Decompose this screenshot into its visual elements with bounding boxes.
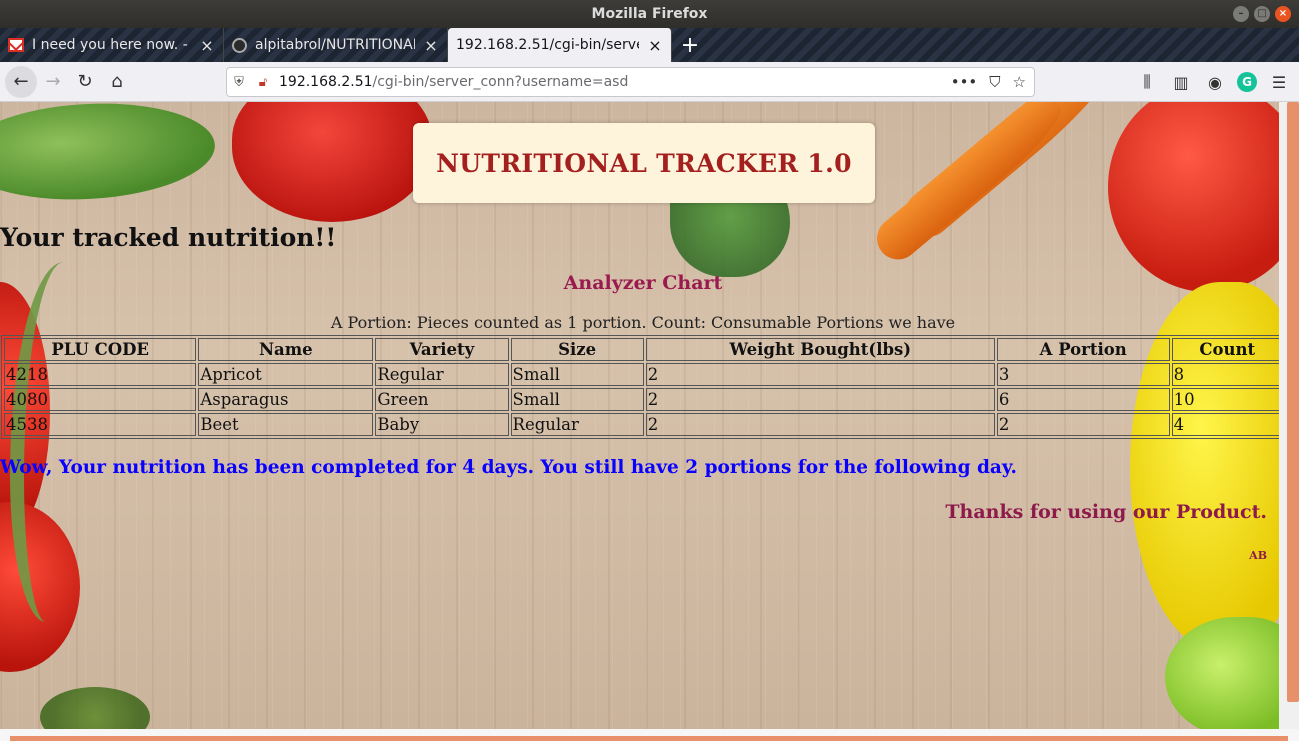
hamburger-menu-icon[interactable]: ☰: [1267, 73, 1291, 92]
reload-icon[interactable]: ↻: [69, 66, 101, 98]
table-cell: 4218: [4, 363, 197, 386]
scrollbar-thumb[interactable]: [10, 736, 1288, 741]
tab-server[interactable]: 192.168.2.51/cgi-bin/server ×: [448, 28, 672, 62]
table-caption: A Portion: Pieces counted as 1 portion. …: [330, 313, 956, 332]
shield-icon[interactable]: ⛨: [227, 75, 251, 90]
table-row: 4218 Apricot Regular Small 2 3 8: [4, 363, 1279, 386]
table-cell: Green: [375, 388, 509, 411]
close-window-icon[interactable]: ×: [1275, 6, 1291, 22]
library-icon[interactable]: ⫼: [1135, 72, 1159, 92]
window-controls: – □ ×: [1233, 6, 1291, 22]
table-header-row: PLU CODE Name Variety Size Weight Bought…: [4, 338, 1279, 361]
author-signature: AB: [1249, 549, 1267, 562]
thanks-message: Thanks for using our Product.: [945, 501, 1267, 523]
close-tab-icon[interactable]: ×: [647, 36, 663, 55]
grammarly-extension-icon[interactable]: G: [1237, 72, 1257, 92]
herb-decoration: [40, 687, 150, 729]
table-cell: 4: [1171, 413, 1279, 436]
column-header: Name: [198, 338, 374, 361]
scrollbar-thumb[interactable]: [1287, 102, 1299, 702]
url-host: 192.168.2.51: [279, 74, 373, 90]
column-header: PLU CODE: [4, 338, 197, 361]
url-path: /cgi-bin/server_conn?username=asd: [372, 74, 629, 90]
bookmark-star-icon[interactable]: ☆: [1013, 73, 1026, 91]
table-cell: 4080: [4, 388, 197, 411]
completion-message: Wow, Your nutrition has been completed f…: [0, 457, 1017, 478]
page-content: NUTRITIONAL TRACKER 1.0 Your tracked nut…: [0, 102, 1279, 729]
app-title: NUTRITIONAL TRACKER 1.0: [436, 148, 852, 178]
carrot-decoration: [868, 102, 1072, 269]
table-cell: 4538: [4, 413, 197, 436]
window-title: Mozilla Firefox: [591, 6, 708, 22]
table-cell: 8: [1171, 363, 1279, 386]
home-icon[interactable]: ⌂: [101, 66, 133, 98]
pocket-icon[interactable]: ⛉: [989, 73, 1000, 91]
table-cell: 2: [645, 388, 995, 411]
navigation-bar: ← → ↻ ⌂ ⛨ 🔓︎ 192.168.2.51 /cgi-bin/serve…: [0, 62, 1299, 102]
url-bar[interactable]: ⛨ 🔓︎ 192.168.2.51 /cgi-bin/server_conn?u…: [226, 67, 1035, 97]
table-cell: 6: [996, 388, 1170, 411]
table-row: 4080 Asparagus Green Small 2 6 10: [4, 388, 1279, 411]
nutrition-table: PLU CODE Name Variety Size Weight Bought…: [1, 335, 1279, 439]
table-cell: 2: [645, 413, 995, 436]
chart-title: Analyzer Chart: [563, 272, 723, 294]
table-cell: Baby: [375, 413, 509, 436]
tab-label: I need you here now. - ap: [32, 37, 191, 53]
table-cell: Beet: [198, 413, 374, 436]
horizontal-scrollbar[interactable]: [0, 729, 1299, 741]
table-cell: 10: [1171, 388, 1279, 411]
tab-label: 192.168.2.51/cgi-bin/server: [456, 37, 639, 53]
github-icon: [232, 37, 247, 53]
table-cell: Apricot: [198, 363, 374, 386]
tab-gmail[interactable]: I need you here now. - ap ×: [0, 28, 224, 62]
cucumber-decoration: [0, 102, 218, 206]
gmail-icon: [8, 38, 24, 52]
tomato-decoration: [1108, 102, 1279, 292]
table-cell: Regular: [510, 413, 644, 436]
table-row: 4538 Beet Baby Regular 2 2 4: [4, 413, 1279, 436]
sidebar-icon[interactable]: ▥: [1169, 73, 1193, 92]
table-cell: Small: [510, 388, 644, 411]
tab-strip: I need you here now. - ap × alpitabrol/N…: [0, 28, 1299, 62]
column-header: A Portion: [996, 338, 1170, 361]
table-cell: Small: [510, 363, 644, 386]
account-icon[interactable]: ◉: [1203, 73, 1227, 92]
column-header: Weight Bought(lbs): [645, 338, 995, 361]
table-cell: Asparagus: [198, 388, 374, 411]
column-header: Variety: [375, 338, 509, 361]
back-arrow-icon[interactable]: ←: [5, 65, 37, 98]
column-header: Size: [510, 338, 644, 361]
maximize-icon[interactable]: □: [1254, 6, 1270, 22]
new-tab-icon[interactable]: +: [672, 28, 708, 62]
close-tab-icon[interactable]: ×: [423, 36, 439, 55]
table-cell: 3: [996, 363, 1170, 386]
insecure-lock-icon[interactable]: 🔓︎: [251, 75, 275, 90]
page-heading: Your tracked nutrition!!: [0, 223, 337, 252]
app-title-box: NUTRITIONAL TRACKER 1.0: [413, 123, 875, 203]
forward-arrow-icon[interactable]: →: [37, 66, 69, 98]
page-actions-icon[interactable]: •••: [951, 73, 978, 91]
column-header: Count: [1171, 338, 1279, 361]
close-tab-icon[interactable]: ×: [199, 36, 215, 55]
table-cell: Regular: [375, 363, 509, 386]
table-cell: 2: [996, 413, 1170, 436]
tab-github[interactable]: alpitabrol/NUTRITIONAL ×: [224, 28, 448, 62]
window-titlebar: Mozilla Firefox – □ ×: [0, 0, 1299, 28]
vertical-scrollbar[interactable]: [1279, 102, 1299, 729]
table-cell: 2: [645, 363, 995, 386]
minimize-icon[interactable]: –: [1233, 6, 1249, 22]
tab-label: alpitabrol/NUTRITIONAL: [255, 37, 415, 53]
red-pepper-decoration: [232, 102, 432, 222]
